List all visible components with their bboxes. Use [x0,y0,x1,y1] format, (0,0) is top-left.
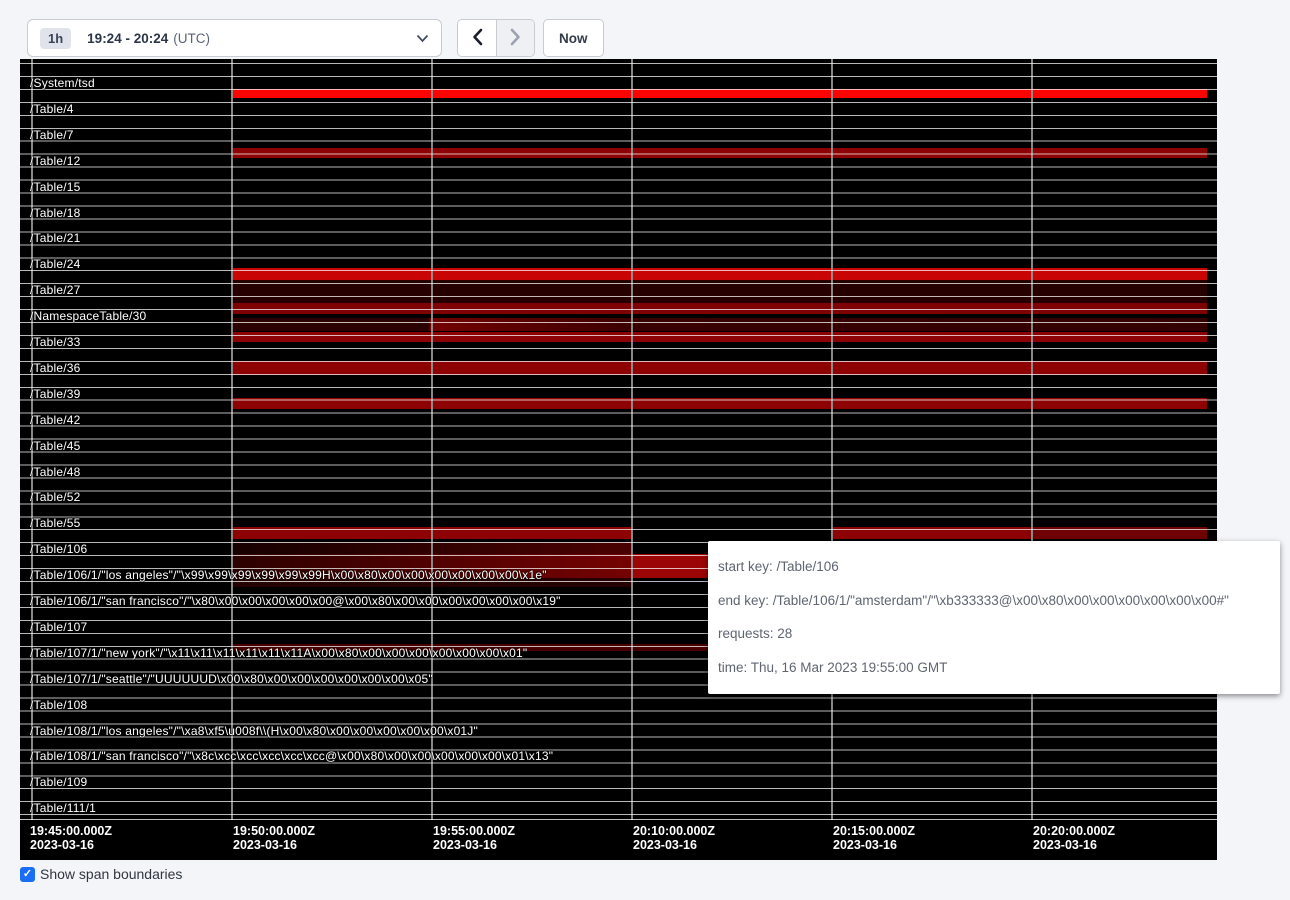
chevron-right-icon [510,28,521,49]
heat-band [232,148,1207,158]
time-gridline [831,59,833,820]
heat-band [232,89,1207,98]
row-label: /Table/24 [30,258,81,271]
show-span-boundaries-control[interactable]: ✓ Show span boundaries [20,866,182,882]
row-label: /Table/48 [30,466,81,479]
show-span-boundaries-checkbox[interactable]: ✓ [20,867,35,882]
row-label: /Table/33 [30,336,81,349]
time-gridline [231,59,233,820]
time-range-selector[interactable]: 1h 19:24 - 20:24 (UTC) [27,19,442,57]
time-gridline [431,59,433,820]
time-gridline [1031,59,1033,820]
axis-tick-label: 19:50:00.000Z2023-03-16 [233,824,315,852]
row-label: /Table/15 [30,181,81,194]
tooltip-start-key: start key: /Table/106 [718,550,1270,584]
row-label: /Table/39 [30,388,81,401]
chevron-left-icon [472,28,483,49]
tooltip-end-key: end key: /Table/106/1/"amsterdam"/"\xb33… [718,584,1270,618]
row-label: /Table/108 [30,699,87,712]
next-time-button[interactable] [496,20,534,56]
key-visualizer-canvas[interactable]: /System/tsd/Table/4/Table/7/Table/12/Tab… [20,59,1217,860]
span-boundary-lines [20,63,1217,820]
row-label: /Table/107/1/"seattle"/"UUUUUUD\x00\x80\… [30,673,433,686]
tooltip-requests: requests: 28 [718,617,1270,651]
heat-band [831,527,1207,539]
time-range-text: 19:24 - 20:24 [87,31,168,46]
heat-band [232,398,1207,409]
time-gridline [631,59,633,820]
axis-top-line [20,819,1217,820]
row-label: /Table/107/1/"new york"/"\x11\x11\x11\x1… [30,647,527,660]
row-label: /System/tsd [30,77,95,90]
axis-tick-label: 20:15:00.000Z2023-03-16 [833,824,915,852]
heat-band [232,280,1207,303]
time-zone-text: (UTC) [173,31,210,46]
row-label: /Table/27 [30,284,81,297]
row-label: /Table/55 [30,517,81,530]
row-label: /Table/111/1 [30,802,96,815]
row-label: /Table/107 [30,621,87,634]
time-preset-badge: 1h [40,28,71,49]
row-label: /Table/12 [30,155,81,168]
row-label: /Table/106/1/"san francisco"/"\x80\x00\x… [30,595,561,608]
axis-tick-label: 19:55:00.000Z2023-03-16 [433,824,515,852]
heat-band [232,361,1207,375]
row-label: /Table/45 [30,440,81,453]
row-label: /Table/42 [30,414,81,427]
heat-band [232,303,1207,314]
row-label: /Table/108/1/"los angeles"/"\xa8\xf5\u00… [30,725,478,738]
prev-time-button[interactable] [458,20,496,56]
heat-band [232,268,1207,280]
span-hover-tooltip: start key: /Table/106 end key: /Table/10… [708,541,1280,694]
heat-band [232,332,1207,342]
row-label: /Table/7 [30,129,74,142]
row-label: /Table/108/1/"san francisco"/"\x8c\xcc\x… [30,750,553,763]
row-label: /Table/106/1/"los angeles"/"\x99\x99\x99… [30,569,547,582]
row-label: /NamespaceTable/30 [30,310,146,323]
axis-tick-label: 19:45:00.000Z2023-03-16 [30,824,112,852]
chevron-down-icon [416,34,429,43]
row-label: /Table/36 [30,362,81,375]
row-label: /Table/4 [30,103,74,116]
row-label: /Table/18 [30,207,81,220]
time-nav-group [457,19,535,57]
axis-tick-label: 20:20:00.000Z2023-03-16 [1033,824,1115,852]
row-label: /Table/106 [30,543,87,556]
axis-tick-label: 20:10:00.000Z2023-03-16 [633,824,715,852]
show-span-boundaries-label: Show span boundaries [40,866,182,882]
row-label: /Table/52 [30,491,81,504]
row-label: /Table/109 [30,776,87,789]
tooltip-time: time: Thu, 16 Mar 2023 19:55:00 GMT [718,651,1270,685]
row-label: /Table/21 [30,232,81,245]
heat-band [232,318,1207,331]
now-button[interactable]: Now [543,19,604,57]
